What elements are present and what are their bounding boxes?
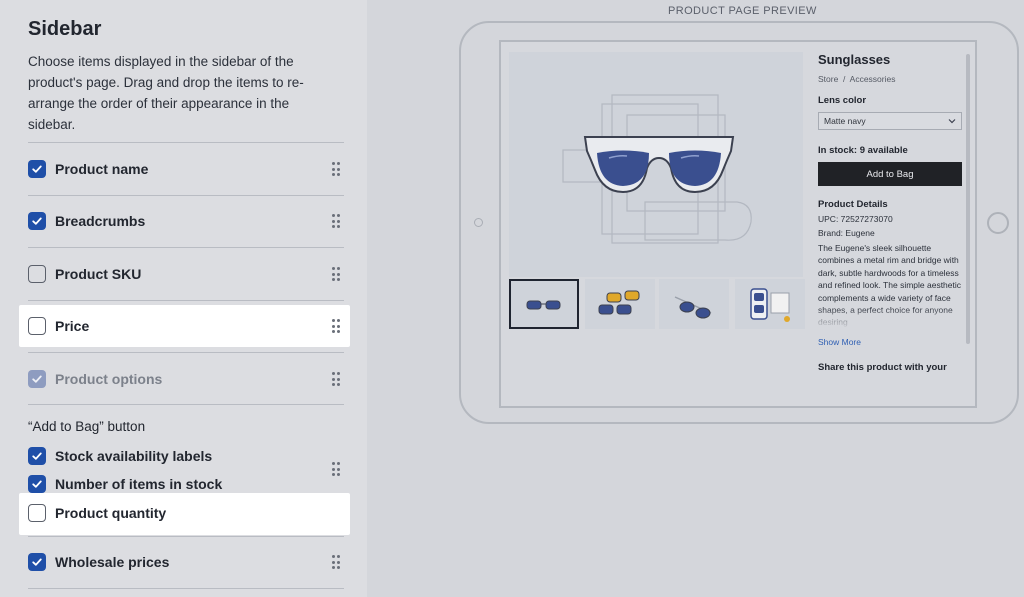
product-details-title: Product Details xyxy=(818,199,888,210)
share-title: Share this product with your xyxy=(818,362,947,373)
sidebar-item-items-in-stock[interactable]: Number of items in stock xyxy=(28,471,344,497)
sunglasses-icon xyxy=(674,296,712,319)
sunglasses-icon xyxy=(526,300,561,310)
item-label: Product SKU xyxy=(55,266,142,282)
drag-handle-icon[interactable] xyxy=(332,162,340,176)
item-label: Breadcrumbs xyxy=(55,213,146,229)
thumbnail-4[interactable] xyxy=(735,279,805,329)
sidebar-item-product-sku[interactable]: Product SKU xyxy=(28,261,344,287)
item-label: Product name xyxy=(55,161,149,177)
product-description: The Eugene's sleek silhouette combines a… xyxy=(818,243,962,328)
sidebar-item-price[interactable]: Price xyxy=(28,313,344,339)
divider xyxy=(28,142,344,143)
drag-handle-icon[interactable] xyxy=(332,214,340,228)
divider xyxy=(28,352,344,353)
drag-handle-icon[interactable] xyxy=(332,372,340,386)
sidebar-item-product-name[interactable]: Product name xyxy=(28,156,344,182)
lens-color-value: Matte navy xyxy=(824,116,866,126)
tablet-home-button-icon xyxy=(987,212,1009,234)
lens-color-label: Lens color xyxy=(818,95,867,106)
divider xyxy=(28,588,344,589)
divider xyxy=(28,536,344,537)
item-label: Price xyxy=(55,318,90,334)
drag-handle-icon[interactable] xyxy=(332,267,340,281)
sidebar-item-product-quantity[interactable]: Product quantity xyxy=(28,500,344,526)
preview-label: PRODUCT PAGE PREVIEW xyxy=(668,5,817,17)
checkbox-checked[interactable] xyxy=(28,475,46,493)
show-more-link[interactable]: Show More xyxy=(818,337,964,347)
checkbox-checked-disabled xyxy=(28,370,46,388)
sidebar-item-stock-availability[interactable]: Stock availability labels xyxy=(28,443,344,469)
group-title: “Add to Bag” button xyxy=(28,419,146,434)
add-to-bag-button[interactable]: Add to Bag xyxy=(818,162,962,186)
item-label: Wholesale prices xyxy=(55,554,170,570)
divider xyxy=(28,404,344,405)
sidebar-item-wholesale-prices[interactable]: Wholesale prices xyxy=(28,549,344,575)
panel-description: Choose items displayed in the sidebar of… xyxy=(28,54,304,132)
sunglasses-icon xyxy=(583,136,735,194)
divider xyxy=(28,195,344,196)
thumbnail-2[interactable] xyxy=(585,279,655,329)
stock-label: In stock: 9 available xyxy=(818,145,908,156)
panel-title: Sidebar xyxy=(28,18,102,40)
checkbox-unchecked[interactable] xyxy=(28,504,46,522)
checkbox-checked[interactable] xyxy=(28,212,46,230)
drag-handle-icon[interactable] xyxy=(332,555,340,569)
item-label: Number of items in stock xyxy=(55,476,223,492)
sidebar-item-product-options: Product options xyxy=(28,366,344,392)
checkbox-unchecked[interactable] xyxy=(28,317,46,335)
checkbox-unchecked[interactable] xyxy=(28,265,46,283)
product-page-preview: Sunglasses Store / Accessories Lens colo… xyxy=(499,40,977,408)
checkbox-checked[interactable] xyxy=(28,553,46,571)
item-label: Stock availability labels xyxy=(55,448,213,464)
brand-line: Brand: Eugene xyxy=(818,228,875,238)
thumbnail-1[interactable] xyxy=(509,279,579,329)
lens-color-select[interactable]: Matte navy xyxy=(818,112,962,130)
upc-line: UPC: 72527273070 xyxy=(818,214,893,224)
product-title: Sunglasses xyxy=(818,52,891,67)
product-main-image xyxy=(509,52,803,277)
sidebar-item-breadcrumbs[interactable]: Breadcrumbs xyxy=(28,208,344,234)
checkbox-checked[interactable] xyxy=(28,447,46,465)
thumbnail-3[interactable] xyxy=(659,279,729,329)
item-label: Product quantity xyxy=(55,505,167,521)
scrollbar[interactable] xyxy=(966,54,970,344)
drag-handle-icon[interactable] xyxy=(332,462,340,476)
sidebar-settings-panel: Sidebar Choose items displayed in the si… xyxy=(0,0,367,597)
divider xyxy=(28,247,344,248)
tablet-camera-icon xyxy=(474,218,483,227)
divider xyxy=(28,300,344,301)
item-label: Product options xyxy=(55,371,163,387)
chevron-down-icon xyxy=(948,119,956,124)
breadcrumb[interactable]: Store / Accessories xyxy=(818,74,964,84)
checkbox-checked[interactable] xyxy=(28,160,46,178)
sunglasses-case-icon xyxy=(750,288,790,322)
drag-handle-icon[interactable] xyxy=(332,319,340,333)
product-details-column: Sunglasses Store / Accessories Lens colo… xyxy=(818,52,964,373)
sunglasses-icon xyxy=(598,290,640,315)
